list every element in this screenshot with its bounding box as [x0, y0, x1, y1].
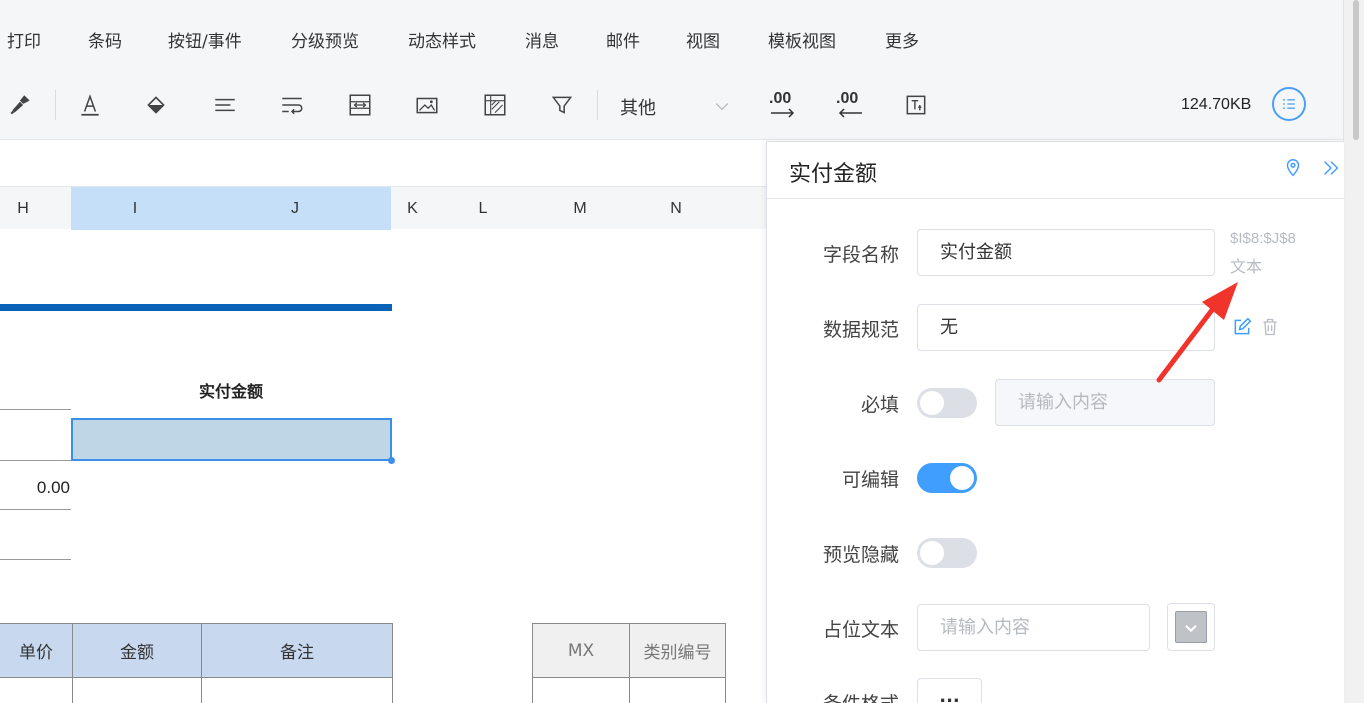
preview-hidden-label: 预览隐藏 — [822, 544, 899, 566]
filter-icon[interactable] — [547, 90, 577, 120]
increase-decimal-label: .00 — [769, 90, 792, 107]
editable-label: 可编辑 — [841, 469, 899, 491]
toggle-knob — [920, 391, 944, 415]
menu-print[interactable]: 打印 — [7, 27, 41, 52]
color-picker-button[interactable] — [1167, 603, 1215, 651]
panel-header-divider — [767, 198, 1345, 199]
vertical-scrollbar[interactable] — [1343, 0, 1364, 703]
chevron-down-icon — [715, 103, 729, 111]
selected-cell[interactable] — [71, 418, 392, 461]
column-header-n[interactable]: N — [628, 187, 724, 230]
spreadsheet-grid[interactable]: H I J K L M N 实付金额 0.00 单价 金额 备注 MX 类别编号 — [0, 141, 766, 703]
image-icon[interactable] — [412, 90, 442, 120]
delete-icon[interactable] — [1260, 317, 1280, 337]
merge-cells-icon[interactable] — [345, 90, 375, 120]
menu-grouped-preview[interactable]: 分级预览 — [291, 27, 359, 52]
chevron-down-icon — [1185, 625, 1197, 633]
format-painter-icon[interactable] — [6, 90, 36, 120]
decrease-decimal-icon[interactable]: .00 — [834, 90, 868, 120]
freeze-icon[interactable] — [480, 90, 510, 120]
placeholder-text-label: 占位文本 — [822, 619, 899, 641]
table-cell[interactable] — [532, 677, 630, 703]
color-swatch — [1175, 611, 1207, 643]
field-name-label: 字段名称 — [822, 244, 899, 266]
annotation-arrow-icon — [1156, 282, 1238, 383]
column-header-k[interactable]: K — [391, 187, 434, 230]
header-band — [0, 304, 392, 311]
toolbar: 其他 .00 .00 124.70KB — [0, 72, 1343, 140]
menu-email[interactable]: 邮件 — [606, 27, 640, 52]
collapse-panel-icon[interactable] — [1320, 157, 1342, 179]
increase-decimal-icon[interactable]: .00 — [767, 90, 801, 120]
scrollbar-thumb[interactable] — [1353, 0, 1359, 140]
font-color-icon[interactable] — [75, 90, 105, 120]
menu-more[interactable]: 更多 — [885, 27, 919, 52]
placeholder-text-input[interactable]: 请输入内容 — [917, 604, 1150, 651]
required-label: 必填 — [860, 394, 899, 416]
wrap-text-icon[interactable] — [277, 90, 307, 120]
table-cell[interactable] — [629, 677, 726, 703]
column-header-l[interactable]: L — [434, 187, 532, 230]
table-cell[interactable] — [72, 677, 202, 703]
other-select-label: 其他 — [620, 98, 656, 119]
cell-reference: $I$8:$J$8 — [1230, 230, 1296, 247]
detail-table: 单价 金额 备注 — [0, 623, 393, 703]
table-header-remark[interactable]: 备注 — [201, 623, 393, 678]
conditional-format-label: 条件格式 — [797, 689, 899, 703]
app-window: 打印 条码 按钮/事件 分级预览 动态样式 消息 邮件 视图 模板视图 更多 其… — [0, 0, 1364, 703]
column-header-m[interactable]: M — [532, 187, 628, 230]
column-header-h[interactable]: H — [0, 187, 46, 230]
menu-barcode[interactable]: 条码 — [88, 27, 122, 52]
cell-border — [0, 460, 71, 461]
arrow-right-icon — [771, 108, 795, 118]
preview-hidden-toggle[interactable] — [917, 538, 977, 568]
required-toggle[interactable] — [917, 388, 977, 418]
toolbar-divider — [597, 90, 598, 120]
table-header-amount[interactable]: 金额 — [72, 623, 202, 678]
menu-template-view[interactable]: 模板视图 — [768, 27, 836, 52]
property-panel: 实付金额 字段名称 实付金额 $I$8:$J$8 文本 数据规范 无 必填 请输… — [766, 141, 1345, 703]
cell-border — [0, 509, 71, 510]
table-header-unit-price[interactable]: 单价 — [0, 623, 73, 678]
column-header-row: H I J K L M N — [0, 186, 766, 230]
decrease-decimal-label: .00 — [836, 90, 859, 107]
file-size-label: 124.70KB — [1181, 96, 1252, 113]
align-icon[interactable] — [210, 90, 240, 120]
menu-message[interactable]: 消息 — [525, 27, 559, 52]
arrow-left-icon — [838, 108, 862, 118]
cell-border — [0, 409, 71, 410]
column-header-i[interactable]: I — [71, 187, 199, 230]
table-header-category-code[interactable]: 类别编号 — [629, 623, 726, 678]
category-table: MX 类别编号 — [532, 623, 726, 703]
field-title-cell[interactable]: 实付金额 — [71, 378, 391, 402]
toggle-knob — [920, 541, 944, 565]
menu-dynamic-style[interactable]: 动态样式 — [408, 27, 476, 52]
toggle-knob — [950, 466, 974, 490]
table-cell[interactable] — [0, 677, 73, 703]
panel-title: 实付金额 — [789, 162, 878, 187]
table-cell[interactable] — [201, 677, 393, 703]
location-icon[interactable] — [1282, 157, 1304, 179]
editable-toggle[interactable] — [917, 463, 977, 493]
menu-bar: 打印 条码 按钮/事件 分级预览 动态样式 消息 邮件 视图 模板视图 更多 — [0, 0, 1343, 72]
data-spec-label: 数据规范 — [822, 319, 899, 341]
menu-button-event[interactable]: 按钮/事件 — [168, 27, 242, 52]
list-icon[interactable] — [1272, 87, 1306, 121]
cell-border — [0, 559, 71, 560]
amount-cell[interactable]: 0.00 — [0, 478, 70, 498]
conditional-format-button[interactable]: ... — [917, 678, 982, 703]
field-name-input[interactable]: 实付金额 — [917, 229, 1215, 276]
column-header-j[interactable]: J — [199, 187, 391, 230]
other-select[interactable]: 其他 — [620, 92, 732, 120]
fill-handle[interactable] — [388, 457, 395, 464]
menu-view[interactable]: 视图 — [686, 27, 720, 52]
fill-color-icon[interactable] — [141, 90, 171, 120]
table-header-mx[interactable]: MX — [532, 623, 630, 678]
text-format-icon[interactable] — [901, 90, 931, 120]
toolbar-divider — [55, 90, 56, 120]
